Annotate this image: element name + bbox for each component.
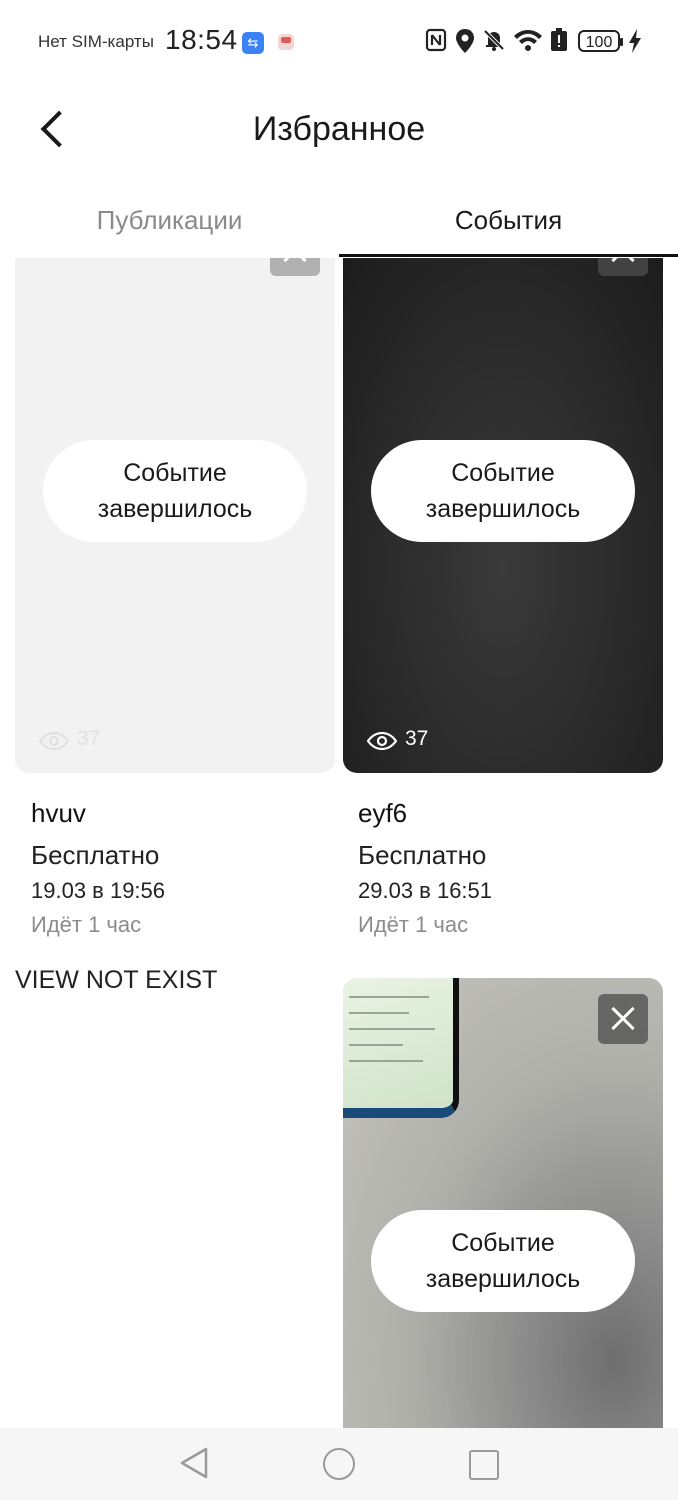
event-date: 29.03 в 16:51 <box>358 878 493 903</box>
alert-icon <box>549 28 569 56</box>
views-counter: 37 <box>38 725 101 753</box>
event-price: Бесплатно <box>358 840 487 870</box>
event-duration: Идёт 1 час <box>358 912 469 937</box>
eye-icon <box>38 730 70 751</box>
event-name: hvuv <box>31 798 86 828</box>
event-name: eyf6 <box>358 798 408 828</box>
eye-icon <box>366 730 398 751</box>
mute-bell-icon <box>482 28 506 56</box>
event-photo <box>343 978 459 1118</box>
app-header: Избранное <box>0 86 678 176</box>
nav-recents-icon[interactable] <box>469 1450 499 1480</box>
nav-back-icon[interactable] <box>178 1446 210 1480</box>
event-ended-badge: Событие завершилось <box>371 440 635 542</box>
tab-events[interactable]: События <box>339 190 678 254</box>
event-info: eyf6 Бесплатно 29.03 в 16:51 Идёт 1 час <box>358 795 678 941</box>
views-count: 37 <box>77 727 101 750</box>
usb-icon: ⇆ <box>242 32 264 54</box>
event-info: hvuv Бесплатно 19.03 в 19:56 Идёт 1 час <box>31 795 351 941</box>
event-card[interactable]: Событие завершилось 37 <box>343 258 663 773</box>
event-price: Бесплатно <box>31 840 160 870</box>
remove-favorite-close-icon[interactable] <box>598 258 648 276</box>
event-card[interactable]: Событие завершилось <box>343 978 663 1428</box>
app-notification-icon <box>278 34 294 50</box>
event-card[interactable]: Событие завершилось 37 <box>15 258 335 773</box>
location-icon <box>454 28 476 56</box>
event-ended-line2: завершилось <box>425 1265 581 1293</box>
event-ended-badge: Событие завершилось <box>371 1210 635 1312</box>
status-bar: Нет SIM-карты 18:54 ⇆ 100 <box>0 0 678 86</box>
event-ended-line2: завершилось <box>425 495 581 523</box>
page-title: Избранное <box>252 110 426 148</box>
nfc-icon <box>424 28 448 56</box>
event-date: 19.03 в 19:56 <box>31 878 166 903</box>
views-count: 37 <box>405 727 429 750</box>
views-counter: 37 <box>366 725 429 753</box>
event-ended-line1: Событие <box>451 459 555 487</box>
battery-indicator: 100 <box>578 30 623 52</box>
event-duration: Идёт 1 час <box>31 912 142 937</box>
missing-view-placeholder: VIEW NOT EXIST <box>15 966 218 994</box>
event-ended-badge: Событие завершилось <box>43 440 307 542</box>
tab-publications[interactable]: Публикации <box>0 190 339 254</box>
charging-icon <box>628 28 642 60</box>
event-ended-line2: завершилось <box>97 495 253 523</box>
remove-favorite-close-icon[interactable] <box>270 258 320 276</box>
clock: 18:54 <box>165 24 238 55</box>
event-ended-line1: Событие <box>123 459 227 487</box>
system-navigation-bar <box>0 1428 678 1500</box>
tab-bar: Публикации События <box>0 190 678 258</box>
event-ended-line1: Событие <box>451 1229 555 1257</box>
nav-home-icon[interactable] <box>323 1448 355 1480</box>
carrier-label: Нет SIM-карты <box>38 32 154 51</box>
active-tab-indicator <box>339 254 678 257</box>
remove-favorite-close-icon[interactable] <box>598 994 648 1044</box>
wifi-icon <box>512 28 544 56</box>
